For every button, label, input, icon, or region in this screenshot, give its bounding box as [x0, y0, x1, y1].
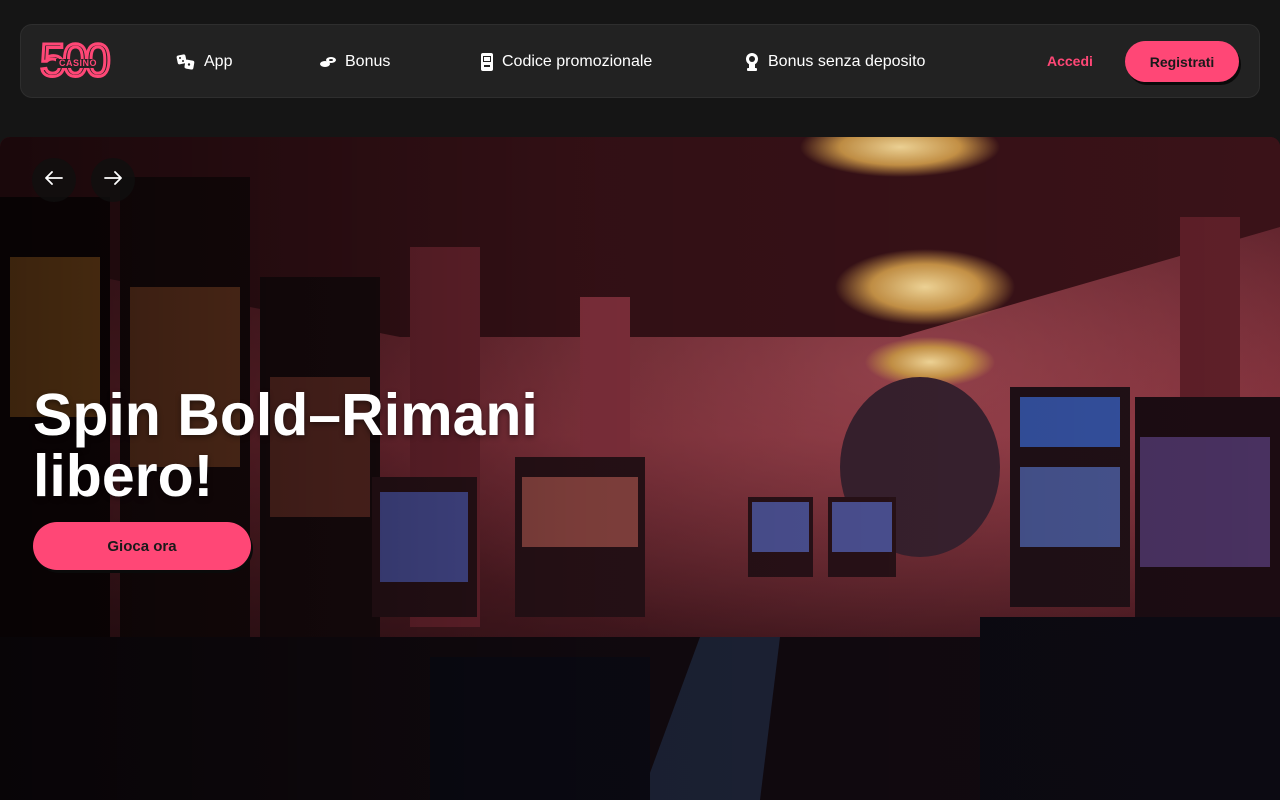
hero-banner: Spin Bold–Rimani libero! Gioca ora — [0, 137, 1280, 800]
logo-word: CASINO — [56, 59, 101, 68]
login-link[interactable]: Accedi — [1047, 53, 1093, 69]
slot-machine-icon — [480, 52, 494, 72]
nav-item-label: Bonus — [345, 53, 391, 70]
nav-item-promo-code[interactable]: Codice promozionale — [480, 51, 652, 73]
top-navigation-bar: 500 CASINO App Bonus — [20, 24, 1260, 98]
register-button[interactable]: Registrati — [1125, 41, 1239, 82]
trophy-icon — [744, 52, 760, 72]
nav-item-label: App — [204, 53, 233, 70]
nav-item-bonus[interactable]: Bonus — [319, 51, 390, 73]
nav-item-label: Codice promozionale — [502, 53, 653, 70]
chips-icon — [319, 55, 337, 69]
dice-icon — [176, 54, 196, 70]
carousel-prev-button[interactable] — [32, 158, 76, 202]
nav-item-label: Bonus senza deposito — [768, 53, 926, 70]
carousel-next-button[interactable] — [91, 158, 135, 202]
hero-title: Spin Bold–Rimani libero! — [33, 382, 538, 509]
arrow-right-icon — [104, 170, 122, 190]
nav-item-app[interactable]: App — [176, 51, 232, 73]
nav-item-no-deposit-bonus[interactable]: Bonus senza deposito — [744, 51, 925, 73]
casino-logo[interactable]: 500 CASINO — [39, 33, 113, 88]
arrow-left-icon — [45, 170, 63, 190]
play-now-button[interactable]: Gioca ora — [33, 522, 251, 570]
